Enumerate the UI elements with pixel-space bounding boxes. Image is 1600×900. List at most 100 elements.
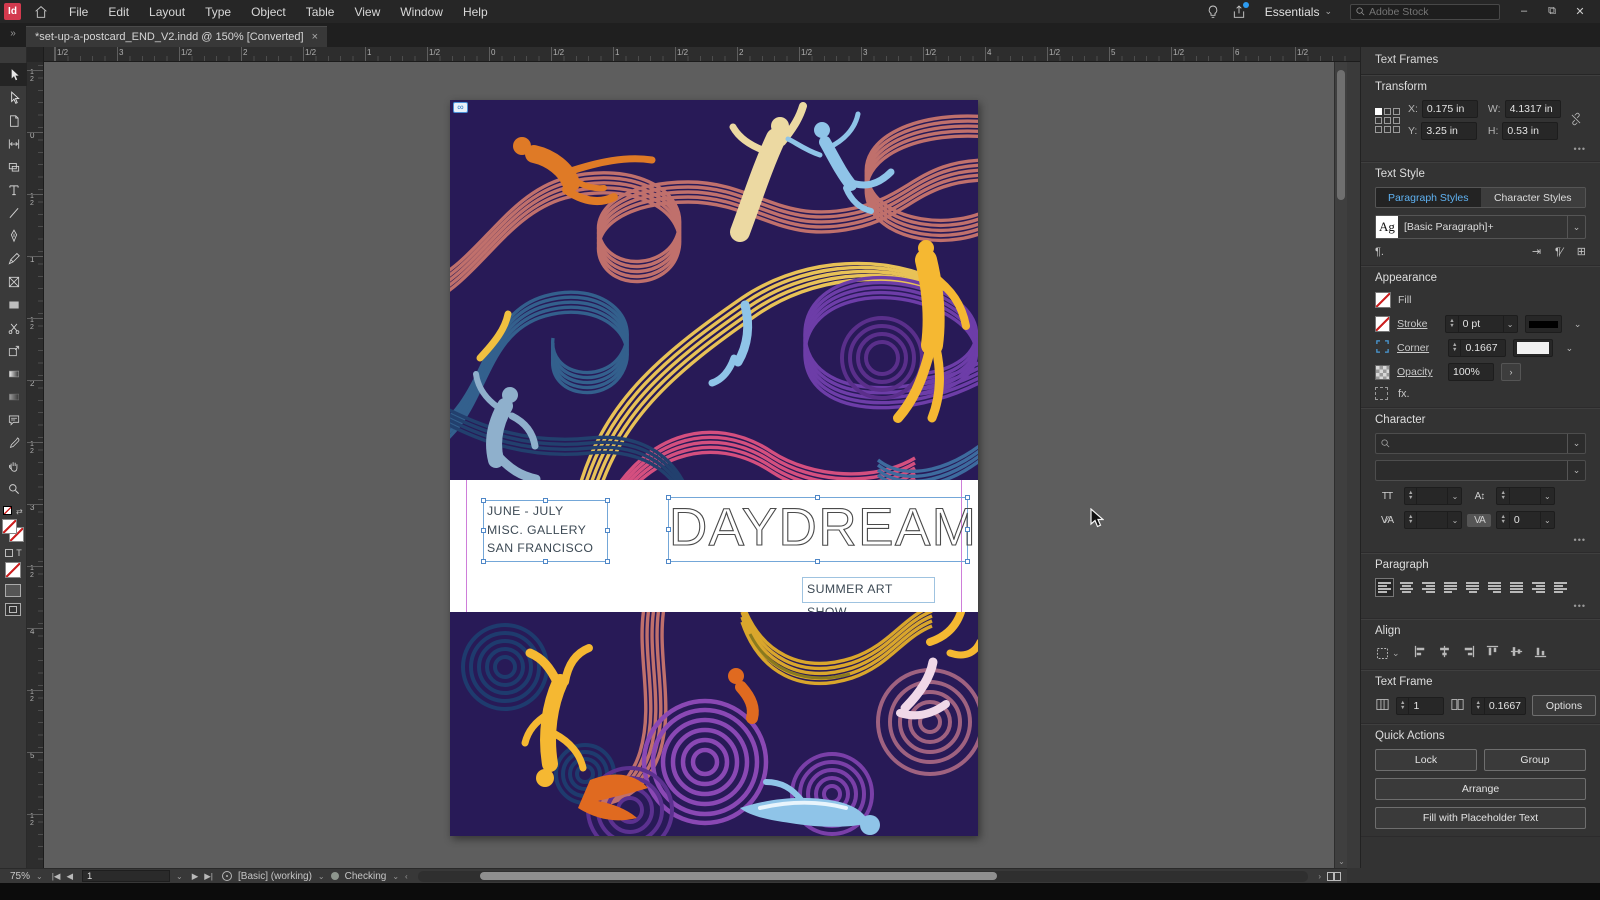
stroke-label[interactable]: Stroke: [1397, 318, 1438, 330]
pencil-tool[interactable]: [0, 247, 27, 270]
chevron-down-icon[interactable]: ⌄: [1567, 216, 1585, 238]
chevron-down-icon[interactable]: ⌄: [176, 872, 183, 881]
selection-tool[interactable]: [0, 63, 27, 86]
embedded-link-badge-icon[interactable]: ∞: [453, 102, 468, 113]
paragraph-style-dropdown[interactable]: Ag [Basic Paragraph]+ ⌄: [1375, 215, 1586, 239]
align-left-edges-button[interactable]: [1413, 644, 1428, 662]
align-left-button[interactable]: [1375, 578, 1394, 597]
gradient-tool[interactable]: [0, 362, 27, 385]
gap-tool[interactable]: [0, 132, 27, 155]
text-icon[interactable]: T: [16, 548, 22, 558]
page-number-field[interactable]: 1: [82, 870, 171, 882]
corner-radius-field[interactable]: [1461, 342, 1506, 354]
columns-stepper[interactable]: ▲ ▼: [1396, 696, 1445, 715]
direct-selection-tool[interactable]: [0, 86, 27, 109]
stroke-style-dropdown[interactable]: [1524, 315, 1563, 333]
chevron-down-icon[interactable]: ⌄: [1567, 434, 1585, 453]
vertical-scrollbar-thumb[interactable]: [1337, 70, 1345, 200]
gradient-feather-tool[interactable]: [0, 385, 27, 408]
stroke-none-swatch[interactable]: [1375, 316, 1391, 332]
close-tab-icon[interactable]: ×: [312, 31, 318, 43]
chevron-down-icon[interactable]: ⌄: [318, 872, 325, 881]
gutter-stepper[interactable]: ▲ ▼: [1471, 696, 1526, 715]
font-size-stepper[interactable]: ▲ ▼ ⌄: [1404, 487, 1463, 505]
align-right-edges-button[interactable]: [1461, 644, 1476, 662]
opacity-stepper[interactable]: [1448, 363, 1494, 381]
zoom-level[interactable]: 75%: [10, 871, 30, 882]
preflight-icon[interactable]: [222, 871, 233, 881]
justify-center-button[interactable]: [1463, 578, 1482, 597]
new-style-icon[interactable]: ⊞: [1577, 245, 1586, 258]
restore-button[interactable]: ⧉: [1538, 5, 1566, 18]
paragraph-more-options[interactable]: •••: [1375, 601, 1586, 611]
workspace-switcher[interactable]: Essentials ⌄: [1257, 5, 1340, 19]
subtitle-text-frame[interactable]: SUMMER ART SHOW: [802, 577, 935, 619]
font-style-dropdown[interactable]: ⌄: [1375, 460, 1586, 481]
postcard-artwork-top[interactable]: [450, 100, 978, 480]
panel-collapse-icon[interactable]: »: [0, 28, 26, 39]
lock-button[interactable]: Lock: [1375, 749, 1477, 771]
leading-stepper[interactable]: ▲ ▼ ⌄: [1496, 487, 1555, 505]
home-icon[interactable]: [33, 4, 49, 20]
fill-swatch[interactable]: [2, 519, 17, 534]
group-button[interactable]: Group: [1484, 749, 1586, 771]
opacity-flyout-icon[interactable]: ›: [1501, 363, 1521, 381]
content-collector-tool[interactable]: [0, 155, 27, 178]
opacity-field[interactable]: [1449, 366, 1493, 378]
gutter-field[interactable]: [1484, 699, 1525, 712]
spread-view-icon[interactable]: [1327, 871, 1341, 881]
align-center-button[interactable]: [1397, 578, 1416, 597]
note-tool[interactable]: [0, 408, 27, 431]
menu-layout[interactable]: Layout: [139, 5, 195, 19]
scroll-left-icon[interactable]: ‹: [405, 872, 408, 881]
chevron-down-icon[interactable]: ⌄: [392, 872, 399, 881]
corner-shape-dropdown[interactable]: [1513, 339, 1554, 357]
menu-table[interactable]: Table: [296, 5, 345, 19]
formatting-affects-toggle[interactable]: T: [0, 548, 27, 558]
leading-field[interactable]: [1509, 490, 1540, 502]
scissors-tool[interactable]: [0, 316, 27, 339]
ruler-origin-box[interactable]: [27, 47, 44, 62]
constrain-proportions-icon[interactable]: [1569, 111, 1583, 130]
chevron-down-icon[interactable]: ⌄: [1447, 488, 1461, 504]
default-fill-stroke-icon[interactable]: [3, 506, 12, 515]
apply-none-button[interactable]: [5, 562, 21, 578]
align-to-dropdown[interactable]: ⌄: [1375, 646, 1400, 661]
justify-right-button[interactable]: [1485, 578, 1504, 597]
chevron-down-icon[interactable]: ⌄: [1560, 339, 1578, 357]
normal-view-mode-button[interactable]: [5, 584, 21, 597]
columns-field[interactable]: [1409, 699, 1444, 712]
fx-label[interactable]: fx.: [1398, 388, 1410, 400]
menu-object[interactable]: Object: [241, 5, 296, 19]
menu-file[interactable]: File: [59, 5, 98, 19]
align-right-button[interactable]: [1419, 578, 1438, 597]
screen-mode-button[interactable]: [5, 603, 21, 616]
close-button[interactable]: ✕: [1566, 5, 1594, 18]
character-more-options[interactable]: •••: [1375, 535, 1586, 545]
y-field[interactable]: [1421, 122, 1478, 140]
zoom-tool[interactable]: [0, 477, 27, 500]
kerning-stepper[interactable]: ▲ ▼ ⌄: [1404, 511, 1463, 529]
eyedropper-tool[interactable]: [0, 431, 27, 454]
chevron-down-icon[interactable]: ⌄: [1502, 316, 1517, 332]
reference-point-selector[interactable]: [1375, 107, 1400, 133]
scroll-down-icon[interactable]: ⌄: [1335, 857, 1347, 866]
vertical-ruler[interactable]: 120121122123124125126: [27, 62, 44, 868]
x-field[interactable]: [1421, 100, 1478, 118]
hand-tool[interactable]: [0, 454, 27, 477]
search-input[interactable]: [1369, 5, 1495, 18]
chevron-down-icon[interactable]: ⌄: [1567, 461, 1585, 480]
vertical-scrollbar[interactable]: ⌄: [1334, 62, 1347, 868]
justify-all-button[interactable]: [1507, 578, 1526, 597]
preflight-profile[interactable]: [Basic] (working): [238, 871, 312, 882]
stroke-weight-field[interactable]: [1458, 318, 1503, 330]
pen-tool[interactable]: [0, 224, 27, 247]
chevron-down-icon[interactable]: ⌄: [1539, 512, 1554, 528]
postcard-artwork-bottom[interactable]: [450, 612, 978, 836]
align-away-spine-button[interactable]: [1551, 578, 1570, 597]
align-toward-spine-button[interactable]: [1529, 578, 1548, 597]
share-icon[interactable]: [1231, 1, 1249, 20]
container-icon[interactable]: [5, 549, 14, 557]
document-tab[interactable]: *set-up-a-postcard_END_V2.indd @ 150% [C…: [26, 26, 328, 47]
character-styles-tab[interactable]: Character Styles: [1480, 188, 1585, 207]
